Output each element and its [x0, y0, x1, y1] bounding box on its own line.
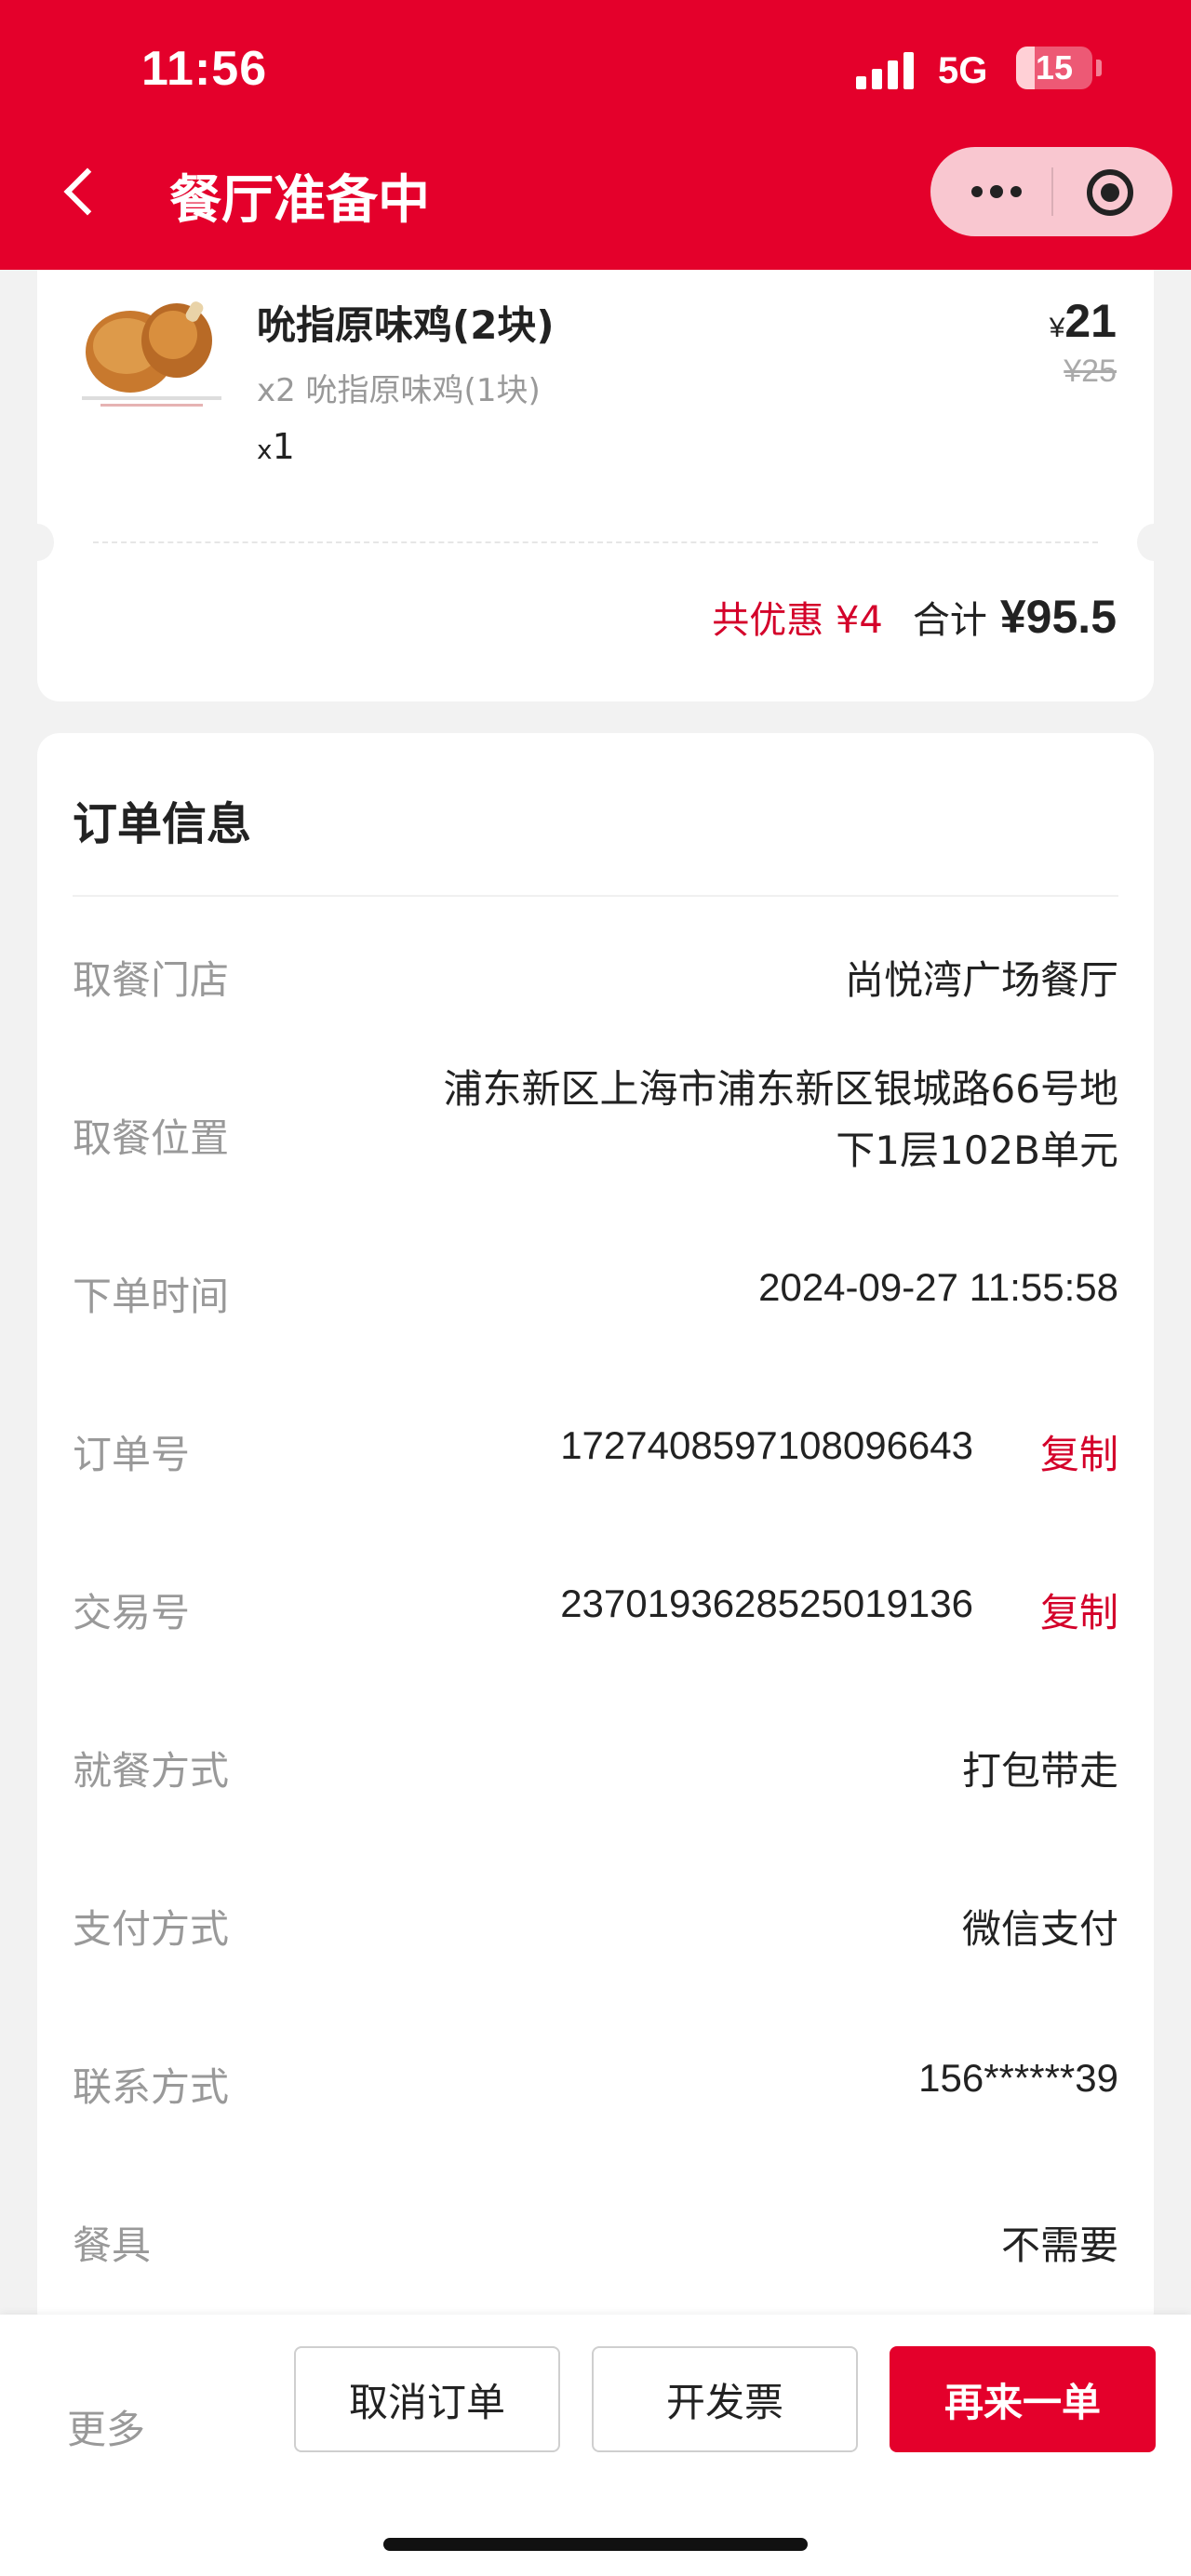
- trade-no-value: 2370193628525019136: [560, 1582, 973, 1625]
- time-label: 下单时间: [73, 1274, 230, 1319]
- item-sub: x2 吮指原味鸡(1块): [257, 372, 541, 409]
- pay-label: 支付方式: [73, 1906, 230, 1952]
- item-name: 吮指原味鸡(2块): [257, 302, 555, 348]
- reorder-button[interactable]: 再来一单: [890, 2346, 1156, 2452]
- order-info-card: 订单信息 取餐门店 尚悦湾广场餐厅 取餐位置 浦东新区上海市浦东新区银城路66号…: [37, 733, 1154, 2333]
- capsule-divider: [1051, 167, 1053, 216]
- more-dots-icon[interactable]: [958, 147, 1033, 236]
- info-divider: [73, 895, 1118, 897]
- total-value: ¥95.5: [999, 591, 1117, 643]
- battery-icon: 15: [1016, 47, 1092, 89]
- order-info-title: 订单信息: [73, 798, 252, 850]
- fried-chicken-image: [73, 292, 233, 413]
- time-value: 2024-09-27 11:55:58: [758, 1265, 1118, 1309]
- miniprogram-capsule: [930, 147, 1172, 236]
- invoice-button[interactable]: 开发票: [592, 2346, 858, 2452]
- page-title: 餐厅准备中: [169, 170, 430, 231]
- dining-value: 打包带走: [961, 1748, 1118, 1794]
- signal-icon: [856, 50, 921, 89]
- store-value: 尚悦湾广场餐厅: [844, 957, 1118, 1003]
- order-no-value: 1727408597108096643: [560, 1423, 973, 1467]
- app-header: 11:56 5G 15 餐厅准备中: [0, 0, 1191, 270]
- network-type: 5G: [938, 50, 988, 91]
- close-target-icon[interactable]: [1087, 169, 1133, 216]
- battery-cap: [1096, 60, 1102, 76]
- contact-label: 联系方式: [73, 2064, 230, 2110]
- qty-prefix: x: [257, 434, 273, 465]
- store-label: 取餐门店: [73, 957, 230, 1003]
- copy-order-no-button[interactable]: 复制: [1040, 1423, 1118, 1480]
- back-icon[interactable]: [56, 158, 112, 223]
- original-price: ¥25: [1064, 354, 1117, 389]
- utensils-value: 不需要: [1000, 2222, 1118, 2268]
- card-notch-left: [20, 524, 54, 561]
- cancel-order-button[interactable]: 取消订单: [294, 2346, 560, 2452]
- copy-trade-no-button[interactable]: 复制: [1040, 1582, 1118, 1638]
- location-value: 浦东新区上海市浦东新区银城路66号地 下1层102B单元: [444, 1059, 1118, 1181]
- order-items-card: 吮指原味鸡(2块) x2 吮指原味鸡(1块) x1 ¥21 ¥25 共优惠 ¥4…: [20, 233, 1171, 701]
- total-label: 合计: [912, 599, 987, 642]
- total-row: 共优惠 ¥4 合计 ¥95.5: [712, 590, 1117, 644]
- location-line-1: 浦东新区上海市浦东新区银城路66号地: [443, 1066, 1118, 1112]
- home-indicator: [383, 2538, 808, 2551]
- qty-value: 1: [272, 426, 295, 467]
- card-notch-right: [1137, 524, 1171, 561]
- order-no-label: 订单号: [73, 1432, 191, 1477]
- contact-value: 156******39: [918, 2056, 1118, 2100]
- dashed-divider: [93, 541, 1098, 543]
- utensils-label: 餐具: [73, 2222, 152, 2268]
- more-link[interactable]: 更多: [67, 2398, 145, 2455]
- battery-level: 15: [1035, 48, 1074, 87]
- discount-text: 共优惠 ¥4: [712, 599, 883, 642]
- item-quantity: x1: [257, 426, 295, 467]
- pay-value: 微信支付: [961, 1906, 1118, 1952]
- status-time: 11:56: [141, 42, 268, 96]
- bottom-action-bar: 更多 取消订单 开发票 再来一单: [0, 2315, 1191, 2576]
- trade-no-label: 交易号: [73, 1590, 191, 1635]
- location-line-2: 下1层102B单元: [836, 1128, 1118, 1173]
- dining-label: 就餐方式: [73, 1748, 230, 1794]
- price-value: 21: [1064, 295, 1117, 347]
- item-price: ¥21: [1050, 294, 1117, 348]
- price-symbol: ¥: [1049, 313, 1065, 343]
- location-label: 取餐位置: [73, 1115, 230, 1161]
